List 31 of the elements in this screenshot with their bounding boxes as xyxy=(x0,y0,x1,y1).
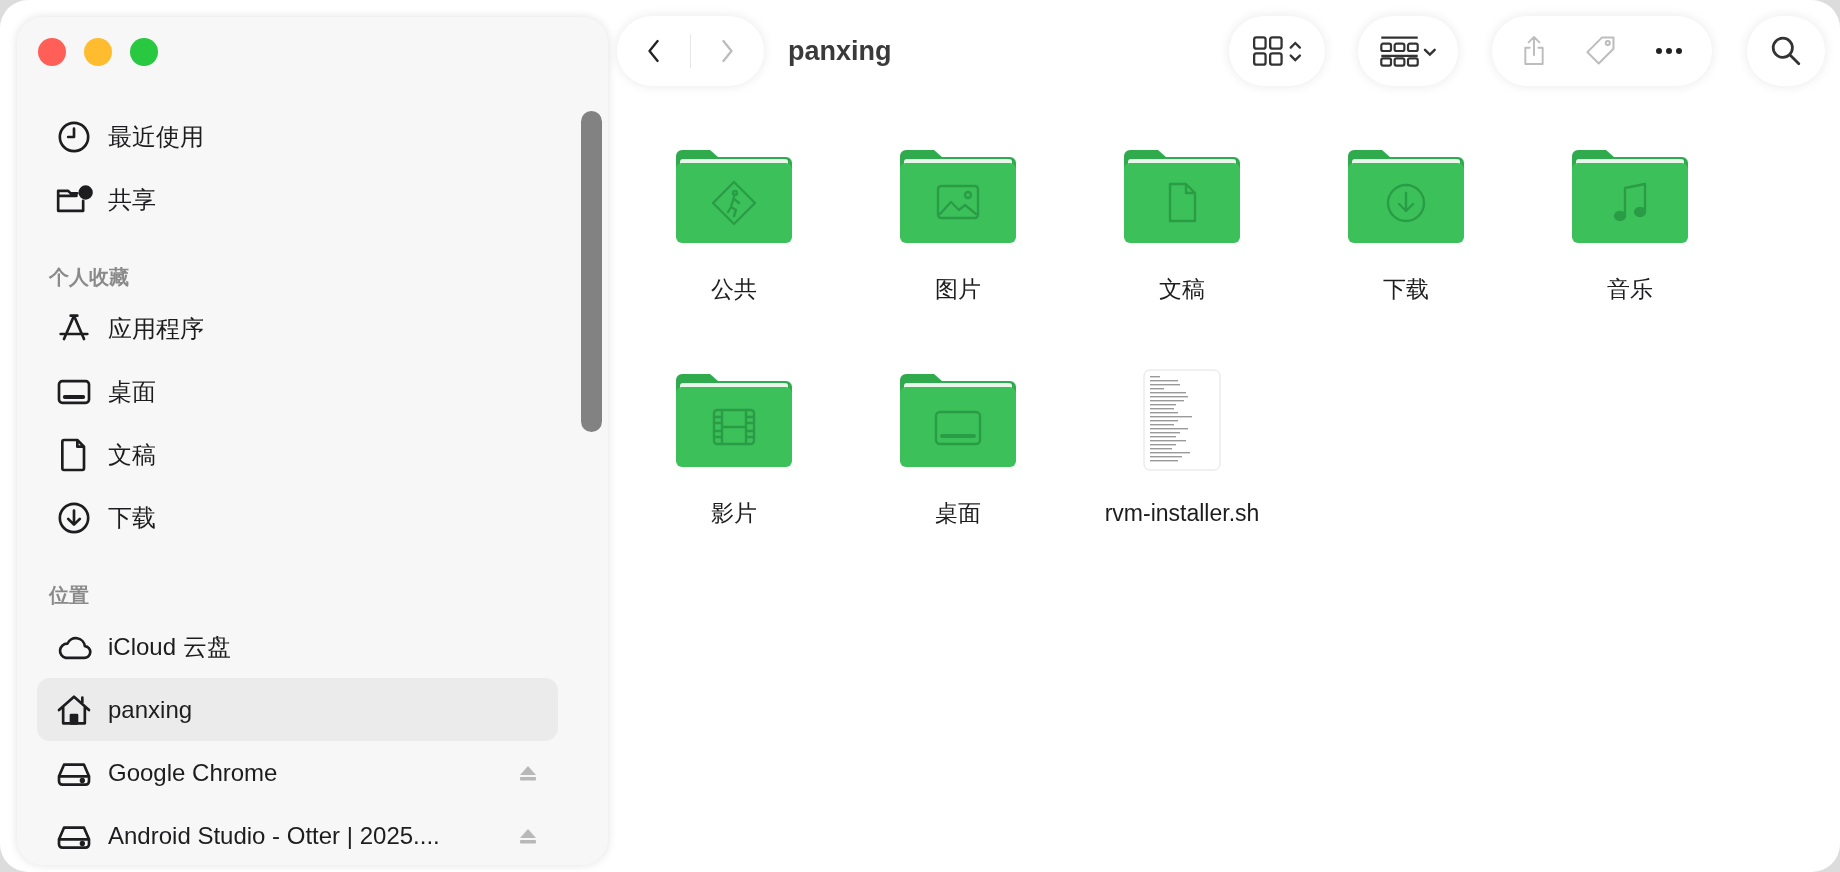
eject-icon[interactable] xyxy=(518,827,538,844)
close-button[interactable] xyxy=(38,38,66,66)
sidebar-item[interactable]: 文稿 xyxy=(37,423,558,486)
sidebar-item[interactable]: 桌面 xyxy=(37,360,558,423)
window-title: panxing xyxy=(788,35,892,67)
grid-view-icon xyxy=(1251,35,1303,67)
document-icon[interactable] xyxy=(1142,368,1222,472)
scrollbar[interactable] xyxy=(581,111,602,432)
sidebar-item[interactable]: 共享 xyxy=(37,168,558,231)
sidebar-item[interactable]: Android Studio - Otter | 2025.... xyxy=(37,804,558,865)
more-icon xyxy=(1655,47,1684,55)
file-name: 桌面 xyxy=(935,499,981,528)
file-name: 音乐 xyxy=(1607,275,1653,304)
file-name: 下载 xyxy=(1383,275,1429,304)
sidebar-item[interactable]: 应用程序 xyxy=(37,297,558,360)
file-name: rvm-installer.sh xyxy=(1104,499,1260,528)
eject-icon[interactable] xyxy=(518,764,538,781)
sidebar-item[interactable]: panxing xyxy=(37,678,558,741)
file-name: 文稿 xyxy=(1159,275,1205,304)
sidebar-item[interactable]: 下载 xyxy=(37,486,558,549)
file-name: 公共 xyxy=(711,275,757,304)
sidebar-item[interactable]: iCloud 云盘 xyxy=(37,615,558,678)
zoom-button[interactable] xyxy=(130,38,158,66)
search-icon xyxy=(1770,35,1802,67)
file-name: 图片 xyxy=(935,275,981,304)
group-icon xyxy=(1378,34,1438,68)
section-header: 位置 xyxy=(49,583,90,608)
section-header: 个人收藏 xyxy=(49,265,130,290)
sidebar-item[interactable]: Google Chrome xyxy=(37,741,558,804)
file-name: 影片 xyxy=(711,499,757,528)
sidebar-item[interactable]: 最近使用 xyxy=(37,105,558,168)
